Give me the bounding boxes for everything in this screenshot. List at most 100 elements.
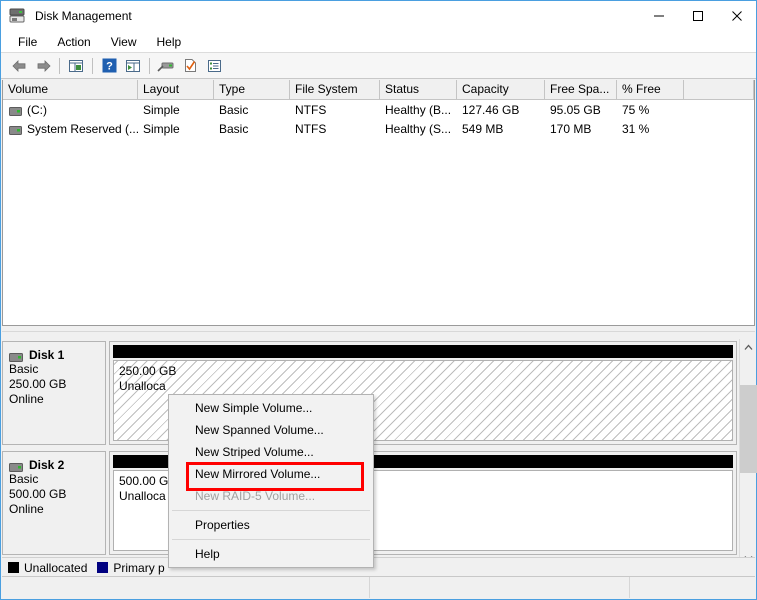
menu-help[interactable]: Help: [148, 33, 191, 51]
menu-item-new-striped-volume[interactable]: New Striped Volume...: [169, 441, 373, 463]
capacity-cell: 549 MB: [462, 121, 504, 136]
toolbar: ?: [1, 53, 756, 79]
disk-title: Disk 2: [9, 458, 105, 472]
menu-item-new-simple-volume[interactable]: New Simple Volume...: [169, 397, 373, 419]
scroll-up-icon[interactable]: [740, 339, 757, 356]
disk-name: Disk 2: [29, 458, 65, 472]
column-header-status[interactable]: Status: [380, 80, 457, 99]
legend: Unallocated Primary p: [2, 557, 755, 577]
disk-state: Online: [9, 502, 44, 516]
show-hide-console-tree-icon[interactable]: [64, 55, 88, 77]
capacity-cell: 127.46 GB: [462, 102, 520, 117]
disk-type: Basic: [9, 472, 39, 486]
disk-drive-icon: [9, 351, 23, 362]
disk-info-panel[interactable]: Disk 2 Basic 500.00 GB Online: [2, 451, 106, 555]
show-hide-action-pane-icon[interactable]: [121, 55, 145, 77]
column-header-blank[interactable]: [684, 80, 754, 99]
table-row[interactable]: (C:) Simple Basic NTFS Healthy (B... 127.46 G…: [3, 100, 754, 119]
partition-header-bar: [113, 345, 733, 358]
statusbar-pane: [2, 577, 370, 598]
disk-state: Online: [9, 392, 44, 406]
type-cell: Basic: [219, 121, 249, 136]
column-header-free-spa[interactable]: Free Spa...: [545, 80, 617, 99]
menu-view[interactable]: View: [102, 33, 146, 51]
properties-icon[interactable]: [178, 55, 202, 77]
legend-swatch: [97, 562, 109, 573]
disk-type: Basic: [9, 362, 39, 376]
scrollbar-thumb[interactable]: [740, 385, 757, 473]
volume-list-header: Volume Layout Type File System Status Capacit…: [3, 80, 754, 100]
disk-context-menu[interactable]: New Simple Volume... New Spanned Volume..…: [168, 394, 374, 568]
menu-item-help[interactable]: Help: [169, 543, 373, 565]
statusbar-pane: [630, 577, 755, 598]
partition-status: Unalloca: [119, 379, 166, 393]
disk-pane-scrollbar[interactable]: [739, 339, 757, 567]
column-header-file-system[interactable]: File System: [290, 80, 380, 99]
column-header-volume[interactable]: Volume: [3, 80, 138, 99]
volume-name: (C:): [27, 102, 47, 117]
menu-item-new-mirrored-volume[interactable]: New Mirrored Volume...: [169, 462, 373, 491]
toolbar-separator: [149, 57, 150, 74]
disk-info-panel[interactable]: Disk 1 Basic 250.00 GB Online: [2, 341, 106, 445]
disk-graphic-pane: Disk 1 Basic 250.00 GB Online 250.00 GB Unall…: [2, 339, 755, 567]
partition-size: 250.00 GB: [119, 364, 177, 378]
legend-label: Primary p: [113, 560, 165, 575]
menu-file[interactable]: File: [9, 33, 46, 51]
rescan-disks-icon[interactable]: [154, 55, 178, 77]
legend-label: Unallocated: [24, 560, 88, 575]
volume-cell: (C:): [3, 103, 138, 117]
layout-cell: Simple: [143, 102, 180, 117]
disk-size: 500.00 GB: [9, 487, 67, 501]
menu-item-properties[interactable]: Properties: [169, 514, 373, 536]
window-title: Disk Management: [35, 9, 132, 23]
help-icon[interactable]: ?: [97, 55, 121, 77]
menu-action[interactable]: Action: [48, 33, 99, 51]
disk-management-window: Disk Management File Action View Help ? …: [0, 0, 757, 600]
minimize-button[interactable]: [639, 1, 678, 31]
splitter-line: [2, 331, 755, 332]
volume-drive-icon: [9, 124, 22, 135]
pane-splitter[interactable]: [2, 327, 755, 339]
status-cell: Healthy (S...: [385, 121, 452, 136]
column-header-type[interactable]: Type: [214, 80, 290, 99]
svg-text:?: ?: [106, 61, 113, 73]
file-system-cell: NTFS: [295, 102, 327, 117]
legend-item: Primary p: [97, 560, 165, 575]
disk-drive-icon: [9, 461, 23, 472]
legend-item: Unallocated: [8, 561, 87, 575]
volume-name: System Reserved (...: [27, 121, 138, 136]
column-header-layout[interactable]: Layout: [138, 80, 214, 99]
statusbar: [2, 576, 755, 598]
status-cell: Healthy (B...: [385, 102, 452, 117]
table-row[interactable]: System Reserved (... Simple Basic NTFS Healt…: [3, 119, 754, 138]
percent-free-cell: 31 %: [622, 121, 650, 136]
free-space-cell: 95.05 GB: [550, 102, 601, 117]
type-cell: Basic: [219, 102, 249, 117]
toolbar-separator: [92, 57, 93, 74]
percent-free-cell: 75 %: [622, 102, 650, 117]
disk-size: 250.00 GB: [9, 377, 67, 391]
list-view-icon[interactable]: [202, 55, 226, 77]
toolbar-separator: [59, 57, 60, 74]
volume-drive-icon: [9, 105, 22, 116]
maximize-button[interactable]: [678, 1, 717, 31]
menu-item-new-raid-5-volume: New RAID-5 Volume...: [195, 489, 316, 503]
statusbar-pane: [370, 577, 630, 598]
free-space-cell: 170 MB: [550, 121, 592, 136]
menu-item-new-spanned-volume[interactable]: New Spanned Volume...: [169, 419, 373, 441]
menu-separator: [172, 539, 370, 540]
titlebar: Disk Management: [1, 1, 756, 31]
volume-list-pane: Volume Layout Type File System Status Capacit…: [2, 80, 755, 326]
back-icon[interactable]: [7, 55, 31, 77]
menu-separator: [172, 510, 370, 511]
file-system-cell: NTFS: [295, 121, 327, 136]
column-header-capacity[interactable]: Capacity: [457, 80, 545, 99]
layout-cell: Simple: [143, 121, 180, 136]
volume-cell: System Reserved (...: [3, 122, 138, 136]
column-header--free[interactable]: % Free: [617, 80, 684, 99]
forward-icon[interactable]: [31, 55, 55, 77]
volume-list-rows: (C:) Simple Basic NTFS Healthy (B... 127.46 G…: [3, 100, 754, 138]
window-controls: [639, 1, 756, 31]
close-button[interactable]: [717, 1, 756, 31]
disk-title: Disk 1: [9, 348, 105, 362]
